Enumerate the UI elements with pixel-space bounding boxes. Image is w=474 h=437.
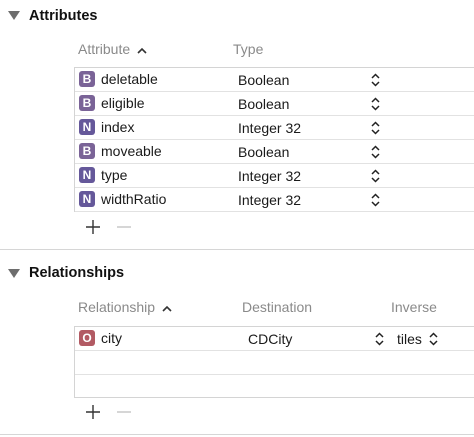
attribute-row[interactable]: B deletable Boolean (75, 68, 474, 92)
attributes-disclosure-triangle[interactable] (8, 11, 20, 20)
relationships-table: O city CDCity tiles (74, 326, 474, 398)
relationships-section-title: Relationships (29, 265, 125, 281)
sort-ascending-icon (162, 305, 172, 312)
attribute-type[interactable]: Integer 32 (238, 192, 301, 208)
destination-column-header[interactable]: Destination (242, 299, 312, 315)
attribute-name[interactable]: eligible (101, 95, 145, 111)
section-divider (0, 249, 474, 250)
type-popup-stepper-icon[interactable] (371, 193, 380, 207)
relationship-destination[interactable]: CDCity (248, 331, 292, 347)
destination-popup-stepper-icon[interactable] (375, 332, 384, 346)
type-popup-stepper-icon[interactable] (371, 169, 380, 183)
relationship-name[interactable]: city (101, 330, 122, 346)
attribute-name[interactable]: moveable (101, 143, 162, 159)
relationship-inverse[interactable]: tiles (397, 331, 422, 347)
boolean-type-badge-icon: B (79, 143, 95, 159)
attribute-name[interactable]: widthRatio (101, 191, 166, 207)
attribute-type[interactable]: Boolean (238, 72, 289, 88)
inverse-column-header[interactable]: Inverse (391, 299, 437, 315)
remove-attribute-minus-icon[interactable] (116, 219, 132, 235)
attribute-type[interactable]: Integer 32 (238, 168, 301, 184)
type-column-header[interactable]: Type (233, 41, 263, 57)
attribute-type[interactable]: Boolean (238, 96, 289, 112)
number-type-badge-icon: N (79, 119, 95, 135)
attribute-row[interactable]: N widthRatio Integer 32 (75, 188, 474, 212)
attribute-row[interactable]: B moveable Boolean (75, 140, 474, 164)
type-popup-stepper-icon[interactable] (371, 73, 380, 87)
attribute-row[interactable]: N type Integer 32 (75, 164, 474, 188)
number-type-badge-icon: N (79, 191, 95, 207)
bottom-divider (0, 434, 474, 435)
type-popup-stepper-icon[interactable] (371, 145, 380, 159)
attribute-row[interactable]: N index Integer 32 (75, 116, 474, 140)
type-popup-stepper-icon[interactable] (371, 97, 380, 111)
object-type-badge-icon: O (79, 330, 95, 346)
relationships-disclosure-triangle[interactable] (8, 269, 20, 278)
relationship-column-label: Relationship (78, 299, 156, 315)
boolean-type-badge-icon: B (79, 71, 95, 87)
add-relationship-plus-icon[interactable] (85, 404, 101, 420)
attribute-name[interactable]: type (101, 167, 127, 183)
attribute-column-header[interactable]: Attribute (78, 41, 147, 57)
boolean-type-badge-icon: B (79, 95, 95, 111)
attribute-row[interactable]: B eligible Boolean (75, 92, 474, 116)
relationship-row[interactable]: O city CDCity tiles (75, 327, 474, 351)
attributes-table: B deletable Boolean B eligible Boolean N… (74, 67, 474, 212)
empty-row (75, 351, 474, 375)
attribute-name[interactable]: deletable (101, 71, 158, 87)
attribute-name[interactable]: index (101, 119, 134, 135)
remove-relationship-minus-icon[interactable] (116, 404, 132, 420)
number-type-badge-icon: N (79, 167, 95, 183)
inverse-popup-stepper-icon[interactable] (429, 332, 438, 346)
add-attribute-plus-icon[interactable] (85, 219, 101, 235)
attribute-column-label: Attribute (78, 41, 131, 57)
attribute-type[interactable]: Boolean (238, 144, 289, 160)
attribute-type[interactable]: Integer 32 (238, 120, 301, 136)
sort-ascending-icon (137, 47, 147, 54)
attributes-section-title: Attributes (29, 8, 98, 24)
relationship-column-header[interactable]: Relationship (78, 299, 172, 315)
type-popup-stepper-icon[interactable] (371, 121, 380, 135)
